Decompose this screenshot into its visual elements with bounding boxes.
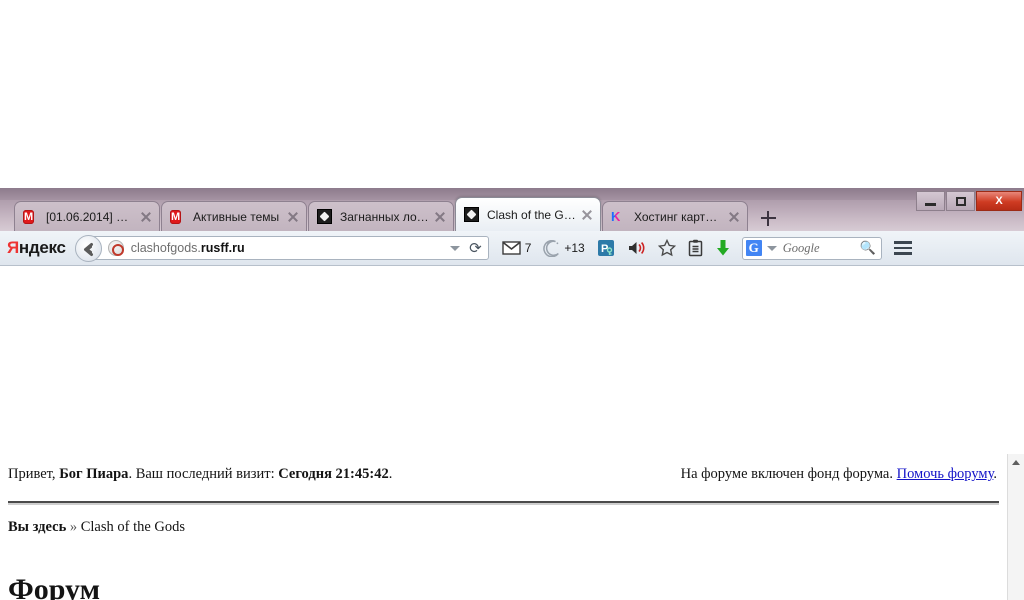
username: Бог Пиара (59, 466, 129, 482)
speaker-icon[interactable] (627, 240, 646, 256)
tab-title: Активные темы (193, 209, 280, 224)
diamond-dark-icon (464, 206, 480, 223)
k-gradient-icon: K (611, 208, 621, 224)
browser-tab-5[interactable]: K Хостинг картинок... (602, 201, 748, 231)
breadcrumb-current: Clash of the Gods (80, 519, 186, 535)
close-icon[interactable] (433, 210, 447, 224)
browser-toolbar: Яндекс clashofgods. rusff.ru ⟳ 7 +13 P G… (0, 231, 1024, 266)
url-domain: rusff.ru (200, 241, 245, 255)
clipboard-icon[interactable] (688, 239, 703, 257)
browser-window: M [01.06.2014] Ум, ч... M Активные темы … (0, 188, 1024, 600)
chevron-down-icon[interactable] (766, 245, 777, 251)
browser-tab-3[interactable]: Загнанных лошад... (308, 201, 454, 231)
diamond-dark-icon (317, 208, 333, 225)
fund-text: На форуме включен фонд форума. (680, 466, 897, 482)
tab-title: Загнанных лошад... (340, 209, 429, 224)
close-icon[interactable] (727, 210, 741, 224)
blank-area-above-browser (0, 0, 1024, 188)
browser-tab-strip: M [01.06.2014] Ум, ч... M Активные темы … (0, 188, 1024, 231)
reload-icon[interactable]: ⟳ (469, 239, 482, 257)
browser-tab-2[interactable]: M Активные темы (161, 201, 307, 231)
toolbar-icons: 7 +13 P (501, 239, 731, 257)
breadcrumb: Вы здесь » Clash of the Gods (8, 519, 185, 536)
mail-icon[interactable]: 7 (501, 241, 532, 255)
browser-tab-1[interactable]: M [01.06.2014] Ум, ч... (14, 201, 160, 231)
password-manager-icon[interactable]: P (597, 239, 615, 257)
search-icon[interactable]: 🔍 (860, 240, 876, 256)
breadcrumb-label: Вы здесь (8, 519, 67, 535)
restore-button[interactable] (946, 191, 975, 211)
tab-title: Хостинг картинок... (634, 209, 723, 224)
download-arrow-icon[interactable] (715, 239, 731, 257)
browser-tab-4-active[interactable]: Clash of the Gods (455, 197, 601, 231)
search-placeholder: Google (782, 240, 820, 255)
close-icon[interactable] (286, 210, 300, 224)
address-bar[interactable]: clashofgods. rusff.ru ⟳ (88, 236, 489, 260)
last-visit-time: Сегодня 21:45:42 (278, 466, 389, 482)
forum-fund-notice: На форуме включен фонд форума. Помочь фо… (681, 466, 997, 483)
close-icon[interactable] (580, 208, 594, 222)
fund-suffix: . (993, 466, 997, 482)
yandex-logo: Яндекс (7, 238, 66, 257)
web-page-content: Привет, Бог Пиара. Ваш последний визит: … (0, 454, 1024, 600)
close-icon[interactable] (139, 210, 153, 224)
window-controls: X (915, 191, 1022, 211)
greeting-suffix: . (388, 466, 393, 482)
site-identity-icon (107, 240, 124, 256)
close-button[interactable]: X (976, 191, 1022, 211)
greeting-hello: Привет, (8, 466, 60, 482)
page-title: Форум (8, 573, 101, 600)
new-tab-button[interactable] (755, 205, 781, 231)
m-red-icon: M (170, 209, 182, 224)
google-icon: G (745, 240, 762, 256)
tab-title: [01.06.2014] Ум, ч... (46, 209, 135, 224)
star-bookmark-icon[interactable] (657, 239, 676, 257)
tab-list: M [01.06.2014] Ум, ч... M Активные темы … (14, 197, 781, 231)
moon-icon[interactable]: +13 (543, 239, 585, 257)
minimize-button[interactable] (916, 191, 945, 211)
breadcrumb-separator: » (66, 519, 81, 535)
help-forum-link[interactable]: Помочь форуму (897, 466, 994, 482)
chevron-down-icon[interactable] (450, 245, 461, 251)
divider (8, 501, 999, 503)
screen: M [01.06.2014] Ум, ч... M Активные темы … (0, 0, 1024, 600)
scroll-up-icon[interactable] (1008, 454, 1024, 471)
mail-count: 7 (524, 241, 532, 255)
menu-icon[interactable] (893, 241, 912, 255)
url-domain-prefix: clashofgods. (130, 241, 201, 255)
search-input[interactable]: G Google 🔍 (741, 236, 882, 260)
updates-count: +13 (564, 241, 585, 255)
greeting-bar: Привет, Бог Пиара. Ваш последний визит: … (8, 466, 392, 483)
vertical-scrollbar[interactable] (1007, 454, 1024, 600)
tab-title: Clash of the Gods (487, 207, 576, 222)
back-arrow-icon[interactable] (74, 234, 102, 262)
last-visit-label: . Ваш последний визит: (128, 466, 279, 482)
m-red-icon: M (23, 209, 35, 224)
